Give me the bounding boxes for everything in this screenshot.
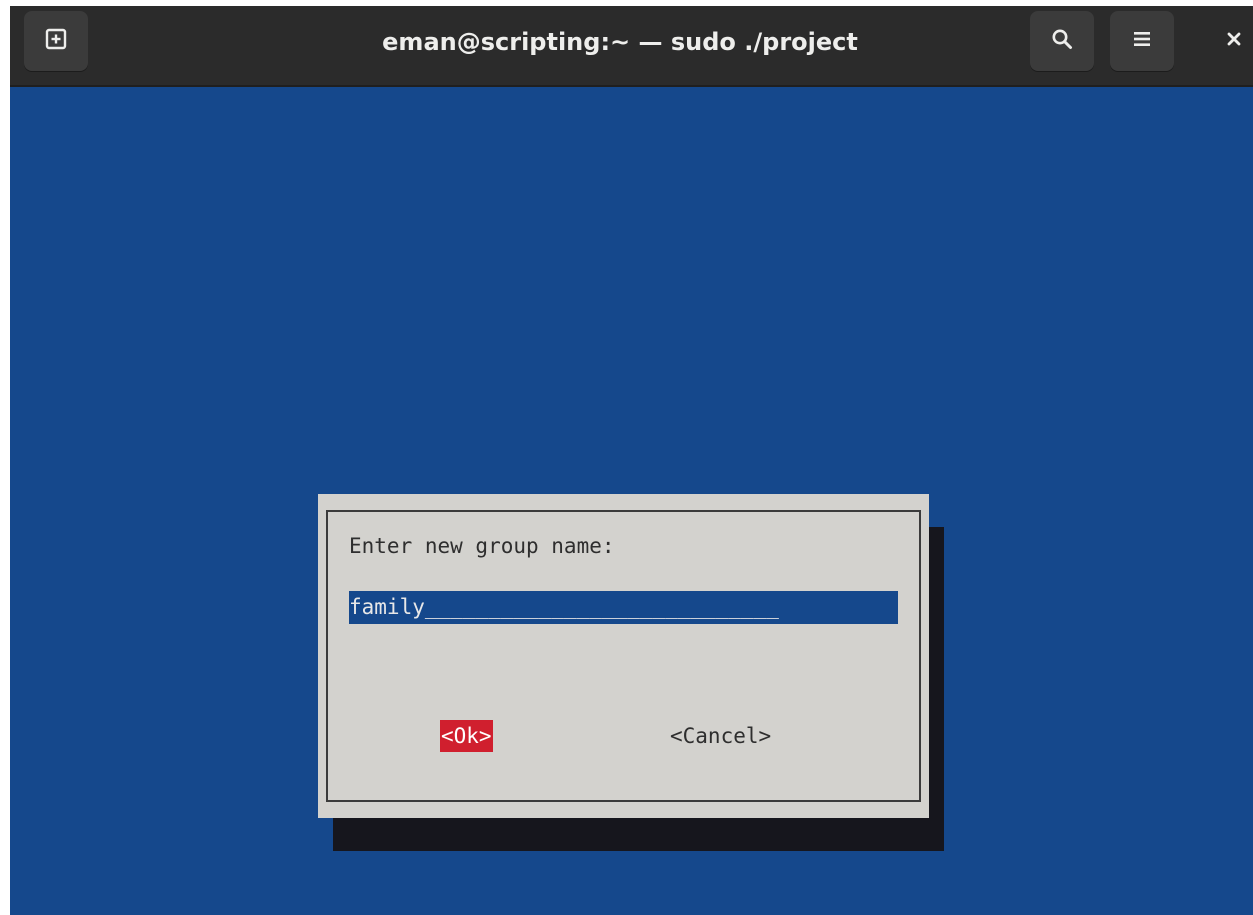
terminal-area[interactable]: Enter new group name: family____________… bbox=[10, 87, 1253, 915]
ok-button[interactable]: <Ok> bbox=[440, 720, 493, 752]
close-button[interactable] bbox=[1214, 11, 1253, 71]
input-dialog: Enter new group name: family____________… bbox=[318, 494, 929, 818]
input-fill: ____________________________ bbox=[424, 595, 779, 619]
menu-button[interactable] bbox=[1110, 11, 1174, 71]
input-value: family bbox=[349, 595, 425, 619]
title-bar: eman@scripting:~ — sudo ./project bbox=[10, 6, 1253, 87]
new-tab-button[interactable] bbox=[24, 11, 88, 71]
close-icon bbox=[1226, 31, 1242, 52]
cancel-button[interactable]: <Cancel> bbox=[670, 720, 771, 752]
search-icon bbox=[1051, 28, 1073, 55]
new-tab-icon bbox=[45, 28, 67, 55]
group-name-input[interactable]: family____________________________ bbox=[349, 591, 898, 624]
window-title: eman@scripting:~ — sudo ./project bbox=[382, 28, 858, 56]
hamburger-menu-icon bbox=[1132, 30, 1152, 53]
terminal-window: eman@scripting:~ — sudo ./project Enter … bbox=[10, 6, 1253, 915]
dialog-prompt: Enter new group name: bbox=[349, 534, 615, 558]
search-button[interactable] bbox=[1030, 11, 1094, 71]
